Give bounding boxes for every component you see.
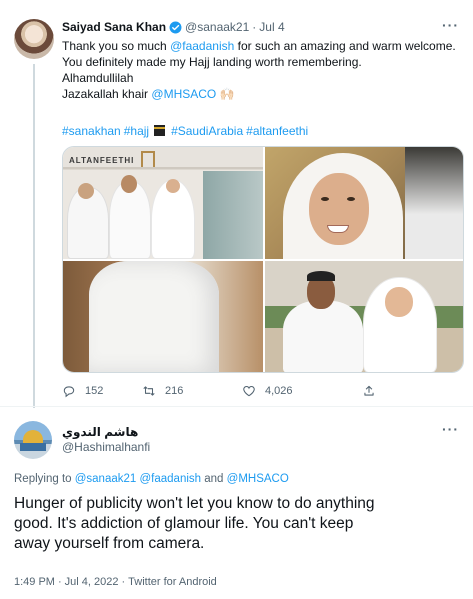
tweet-line: Jazakallah khair @MHSACO 🙌🏻	[62, 86, 462, 102]
store-logo	[141, 151, 155, 167]
raised-hands-emoji: 🙌🏻	[219, 87, 235, 101]
tweet-divider	[0, 406, 473, 407]
photo-store-entrance[interactable]: ALTANFEETHI	[63, 147, 263, 259]
separator-dot: ·	[252, 20, 257, 34]
eye	[321, 197, 329, 201]
tweet-line: Alhamdullilah	[62, 71, 134, 85]
store-window	[203, 171, 263, 259]
hashtag-list: #sanakhan #hajj #SaudiArabia #altanfeethi	[62, 124, 311, 138]
photo-couple[interactable]	[265, 261, 463, 372]
tweet-full-date[interactable]: Jul 4, 2022	[65, 576, 119, 588]
mention-link[interactable]: @faadanish	[170, 39, 234, 53]
person-head	[78, 183, 94, 199]
mention-link[interactable]: @MHSACO	[227, 473, 289, 485]
tweet-line: You definitely made my Hajj landing wort…	[62, 55, 362, 69]
like-icon	[243, 386, 255, 397]
hashtag-link[interactable]: #hajj	[124, 124, 168, 138]
replying-prefix: Replying to	[14, 473, 75, 485]
tweet-source[interactable]: Twitter for Android	[128, 576, 217, 588]
share-button[interactable]	[362, 384, 385, 398]
person-head	[385, 287, 413, 317]
tweet-line: Thank you so much @faadanish for such an…	[62, 38, 462, 54]
photo-white-garment[interactable]	[63, 261, 263, 372]
face	[309, 173, 369, 245]
retweet-count: 216	[165, 385, 184, 397]
share-icon	[364, 385, 374, 396]
author-name[interactable]: Saiyad Sana Khan	[62, 20, 166, 34]
tweet-time[interactable]: 1:49 PM	[14, 576, 55, 588]
mention-link[interactable]: @MHSACO	[151, 87, 216, 101]
author-handle[interactable]: @sanaak21	[185, 20, 249, 34]
store-sign-text: ALTANFEETHI	[69, 156, 135, 165]
avatar[interactable]	[14, 19, 54, 59]
building-base	[20, 443, 46, 451]
tweet-text: Hunger of publicity won't let you know t…	[14, 494, 464, 554]
separator-dot: ·	[57, 576, 62, 588]
tweet-date[interactable]: Jul 4	[259, 20, 284, 34]
white-garment	[89, 261, 219, 372]
reply-button[interactable]: 152	[62, 384, 142, 398]
tweet-line: Hunger of publicity won't let you know t…	[14, 495, 375, 512]
text-span: Thank you so much	[62, 39, 171, 53]
reply-count: 152	[85, 385, 104, 397]
verified-icon	[169, 21, 182, 33]
hashtag-link[interactable]: #altanfeethi	[246, 124, 308, 138]
separator-dot: ·	[121, 576, 126, 588]
person-head	[121, 175, 137, 193]
like-count: 4,026	[265, 385, 293, 397]
cap	[307, 271, 335, 281]
hashtag-link[interactable]: #SaudiArabia	[171, 124, 243, 138]
person-figure	[283, 301, 363, 372]
more-icon[interactable]: ···	[442, 17, 459, 33]
mention-link[interactable]: @faadanish	[140, 473, 202, 485]
retweet-button[interactable]: 216	[142, 384, 242, 398]
reply-icon	[63, 386, 75, 398]
kaaba-emoji	[154, 125, 166, 136]
hashtag-link[interactable]: #sanakhan	[62, 124, 121, 138]
avatar[interactable]	[14, 421, 52, 459]
text-span: for such an amazing and warm welcome.	[234, 39, 456, 53]
tweet-text: Thank you so much @faadanish for such an…	[62, 38, 462, 102]
tweet-header: Saiyad Sana Khan @sanaak21 · Jul 4	[62, 20, 285, 34]
dome-shape	[23, 430, 43, 444]
mention-link[interactable]: @sanaak21	[75, 473, 137, 485]
like-button[interactable]: 4,026	[242, 384, 362, 398]
photo-portrait-smile[interactable]	[265, 147, 463, 259]
person-head	[166, 179, 180, 193]
background-person	[405, 147, 463, 259]
eye	[347, 197, 355, 201]
author-handle[interactable]: @Hashimalhanfi	[62, 440, 150, 454]
tweet-meta: 1:49 PM · Jul 4, 2022 · Twitter for Android	[14, 576, 217, 588]
tweet-line: good. It's addiction of glamour life. Yo…	[14, 515, 354, 532]
thread-line	[33, 64, 35, 408]
author-name[interactable]: هاشم الندوي	[62, 425, 138, 439]
media-grid: ALTANFEETHI	[62, 146, 464, 373]
retweet-icon	[143, 386, 155, 396]
tweet-actions: 152 216 4,026	[62, 384, 385, 398]
text-span: Jazakallah khair	[62, 87, 152, 101]
replying-and: and	[201, 473, 227, 485]
more-icon[interactable]: ···	[442, 421, 459, 437]
hashtag-text: #hajj	[123, 124, 150, 138]
replying-to: Replying to @sanaak21 @faadanish and @MH…	[14, 473, 289, 485]
tweet-line: away yourself from camera.	[14, 535, 205, 552]
